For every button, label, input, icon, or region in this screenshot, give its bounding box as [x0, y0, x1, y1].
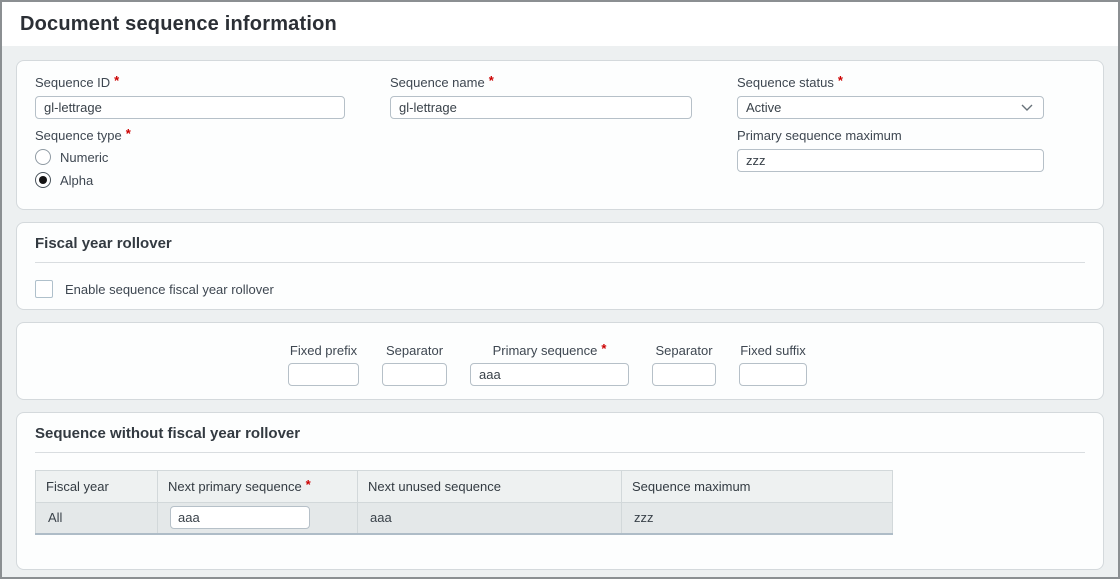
- separator-2-input[interactable]: [652, 363, 716, 386]
- page-title: Document sequence information: [20, 13, 337, 36]
- section-divider: [35, 452, 1085, 453]
- sequence-pattern-row: Fixed prefix Separator Primary sequence*…: [288, 343, 1085, 386]
- sequence-type-radio-group: Numeric Alpha: [35, 149, 345, 188]
- sequence-id-input[interactable]: [35, 96, 345, 119]
- sequence-name-input[interactable]: [390, 96, 692, 119]
- col-header-next-primary-sequence-text: Next primary sequence: [168, 479, 302, 494]
- fixed-prefix-input[interactable]: [288, 363, 359, 386]
- title-bar: Document sequence information: [2, 2, 1118, 46]
- primary-sequence-maximum-input[interactable]: [737, 149, 1044, 172]
- primary-sequence-label: Primary sequence*: [493, 343, 607, 358]
- chevron-down-icon: [1021, 104, 1033, 111]
- col-header-fiscal-year: Fiscal year: [36, 471, 158, 503]
- required-asterisk: *: [306, 477, 311, 492]
- radio-alpha-label: Alpha: [60, 173, 93, 188]
- enable-rollover-label: Enable sequence fiscal year rollover: [65, 282, 274, 297]
- sequence-name-label: Sequence name *: [390, 75, 692, 90]
- sequence-pattern-card: Fixed prefix Separator Primary sequence*…: [16, 322, 1104, 400]
- radio-numeric-icon[interactable]: [35, 149, 51, 165]
- primary-sequence-maximum-field: Primary sequence maximum: [737, 128, 1044, 195]
- sequence-type-option-numeric[interactable]: Numeric: [35, 149, 345, 165]
- fixed-prefix-label: Fixed prefix: [290, 343, 357, 358]
- required-asterisk: *: [114, 73, 119, 88]
- page-content: Sequence ID * Sequence name * Sequence sta…: [2, 46, 1118, 577]
- sequence-table: Fiscal year Next primary sequence * Next …: [35, 470, 893, 535]
- sequence-id-field: Sequence ID *: [35, 75, 345, 119]
- col-header-next-unused-sequence: Next unused sequence: [358, 471, 622, 503]
- fiscal-year-rollover-card: Fiscal year rollover Enable sequence fis…: [16, 222, 1104, 310]
- required-asterisk: *: [489, 73, 494, 88]
- fixed-suffix-field: Fixed suffix: [739, 343, 807, 386]
- sequence-without-rollover-card: Sequence without fiscal year rollover Fi…: [16, 412, 1104, 570]
- sequence-status-select[interactable]: Active: [737, 96, 1044, 119]
- sequence-status-label: Sequence status *: [737, 75, 1044, 90]
- spacer-cell: [390, 128, 692, 195]
- sequence-id-label-text: Sequence ID: [35, 75, 110, 90]
- sequence-id-label: Sequence ID *: [35, 75, 345, 90]
- sequence-name-label-text: Sequence name: [390, 75, 485, 90]
- fixed-prefix-field: Fixed prefix: [288, 343, 359, 386]
- separator-1-field: Separator: [382, 343, 447, 386]
- separator-1-input[interactable]: [382, 363, 447, 386]
- sequence-type-label: Sequence type *: [35, 128, 345, 143]
- fixed-suffix-input[interactable]: [739, 363, 807, 386]
- enable-rollover-checkbox[interactable]: [35, 280, 53, 298]
- sequence-type-field: Sequence type * Numeric Alpha: [35, 128, 345, 195]
- required-asterisk: *: [601, 341, 606, 356]
- main-fields-row-1: Sequence ID * Sequence name * Sequence sta…: [35, 75, 1085, 119]
- radio-numeric-label: Numeric: [60, 150, 108, 165]
- table-row: All aaa zzz: [36, 503, 893, 534]
- separator-1-label: Separator: [386, 343, 443, 358]
- table-header-row: Fiscal year Next primary sequence * Next …: [36, 471, 893, 503]
- fixed-suffix-label: Fixed suffix: [740, 343, 806, 358]
- next-primary-sequence-input[interactable]: [170, 506, 310, 529]
- primary-sequence-maximum-label: Primary sequence maximum: [737, 128, 1044, 143]
- col-header-sequence-maximum: Sequence maximum: [622, 471, 893, 503]
- cell-next-primary-sequence: [158, 503, 358, 534]
- separator-2-field: Separator: [652, 343, 716, 386]
- sequence-status-label-text: Sequence status: [737, 75, 834, 90]
- primary-sequence-input[interactable]: [470, 363, 629, 386]
- fiscal-rollover-section-title: Fiscal year rollover: [35, 235, 1085, 252]
- main-fields-row-2: Sequence type* Numeric Alpha Pr: [35, 128, 1085, 195]
- sequence-name-field: Sequence name *: [390, 75, 692, 119]
- primary-sequence-field: Primary sequence*: [470, 343, 629, 386]
- radio-alpha-icon[interactable]: [35, 172, 51, 188]
- cell-sequence-maximum: zzz: [622, 503, 893, 534]
- separator-2-label: Separator: [655, 343, 712, 358]
- sequence-status-value: Active: [746, 100, 781, 115]
- section-divider: [35, 262, 1085, 263]
- sequence-type-label-text: Sequence type: [35, 128, 122, 143]
- document-sequence-window: Document sequence information Sequence I…: [0, 0, 1120, 579]
- col-header-next-primary-sequence: Next primary sequence *: [158, 471, 358, 503]
- main-info-card: Sequence ID * Sequence name * Sequence sta…: [16, 60, 1104, 210]
- sequence-status-field: Sequence status * Active: [737, 75, 1044, 119]
- without-rollover-section-title: Sequence without fiscal year rollover: [35, 425, 1085, 442]
- cell-fiscal-year: All: [36, 503, 158, 534]
- sequence-type-option-alpha[interactable]: Alpha: [35, 172, 345, 188]
- primary-sequence-label-text: Primary sequence: [493, 343, 598, 358]
- required-asterisk: *: [838, 73, 843, 88]
- cell-next-unused-sequence: aaa: [358, 503, 622, 534]
- enable-rollover-row[interactable]: Enable sequence fiscal year rollover: [35, 280, 1085, 298]
- required-asterisk: *: [126, 126, 131, 141]
